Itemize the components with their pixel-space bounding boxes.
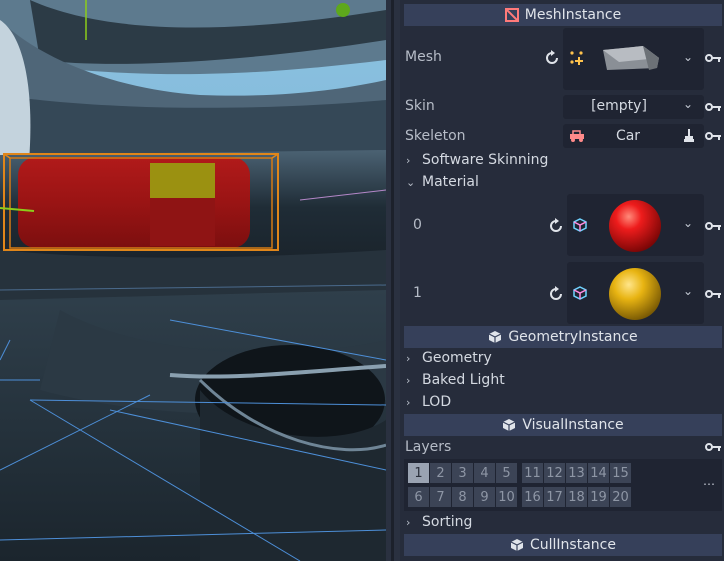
layer-toggle-17[interactable]: 17 — [544, 487, 565, 507]
layer-toggle-13[interactable]: 13 — [566, 463, 587, 483]
layer-toggle-10[interactable]: 10 — [496, 487, 517, 507]
chevron-right-icon: › — [406, 351, 411, 365]
chevron-right-icon: › — [406, 515, 411, 529]
material-preview-sphere — [607, 266, 663, 326]
lod-category[interactable]: › LOD — [406, 394, 451, 410]
key-icon[interactable] — [705, 101, 721, 117]
add-mesh-icon — [569, 50, 585, 70]
mesh-property-row: Mesh ⌄ — [400, 28, 724, 92]
chevron-right-icon: › — [406, 395, 411, 409]
layer-toggle-14[interactable]: 14 — [588, 463, 609, 483]
mesh-preview-thumbnail — [599, 44, 663, 78]
skin-resource-picker[interactable]: [empty] ⌄ — [563, 95, 704, 119]
layer-toggle-3[interactable]: 3 — [452, 463, 473, 483]
material-preview-sphere — [607, 198, 663, 258]
geometry-label: Geometry — [422, 350, 492, 366]
material-resource-picker[interactable]: ⌄ — [567, 194, 704, 256]
skin-property-row: Skin [empty] ⌄ — [400, 95, 724, 119]
key-icon[interactable] — [705, 441, 721, 457]
chevron-down-icon: ⌄ — [406, 175, 416, 189]
material-category[interactable]: ⌄ Material — [406, 174, 479, 190]
cube-icon — [488, 330, 502, 344]
chevron-down-icon[interactable]: ⌄ — [683, 216, 693, 230]
key-icon[interactable] — [705, 52, 721, 68]
layers-label: Layers — [405, 439, 452, 455]
layer-toggle-18[interactable]: 18 — [566, 487, 587, 507]
revert-icon[interactable] — [544, 50, 560, 70]
chevron-right-icon: › — [406, 153, 411, 167]
chevron-down-icon[interactable]: ⌄ — [683, 97, 693, 111]
layer-toggle-4[interactable]: 4 — [474, 463, 495, 483]
skeleton-value: Car — [615, 128, 641, 144]
mesh-instance-icon — [504, 8, 519, 22]
key-icon[interactable] — [705, 220, 721, 236]
skeleton-node-path[interactable]: Car — [563, 124, 704, 148]
material-index: 0 — [413, 217, 422, 233]
clear-brush-icon[interactable] — [683, 129, 695, 147]
cull-instance-title: CullInstance — [530, 537, 616, 553]
layer-toggle-19[interactable]: 19 — [588, 487, 609, 507]
revert-icon[interactable] — [548, 218, 564, 238]
material-label: Material — [422, 174, 479, 190]
software-skinning-label: Software Skinning — [422, 152, 549, 168]
layer-toggle-8[interactable]: 8 — [452, 487, 473, 507]
skeleton-label: Skeleton — [405, 128, 466, 144]
cube-icon — [573, 286, 587, 304]
material-slot-0: 0 ⌄ — [400, 194, 724, 258]
cube-icon — [502, 418, 516, 432]
layer-toggle-2[interactable]: 2 — [430, 463, 451, 483]
viewport-scene — [0, 0, 386, 561]
layer-toggle-15[interactable]: 15 — [610, 463, 631, 483]
software-skinning-category[interactable]: › Software Skinning — [406, 152, 548, 168]
material-index: 1 — [413, 285, 422, 301]
cull-instance-header[interactable]: CullInstance — [404, 534, 722, 556]
sorting-label: Sorting — [422, 514, 473, 530]
key-icon[interactable] — [705, 288, 721, 304]
layer-toggle-11[interactable]: 11 — [522, 463, 543, 483]
chevron-down-icon[interactable]: ⌄ — [683, 284, 693, 298]
chevron-right-icon: › — [406, 373, 411, 387]
revert-icon[interactable] — [548, 286, 564, 306]
layer-toggle-12[interactable]: 12 — [544, 463, 565, 483]
material-slot-1: 1 ⌄ — [400, 262, 724, 326]
vehicle-node-icon — [569, 129, 585, 147]
layer-toggle-1[interactable]: 1 — [408, 463, 429, 483]
sorting-category[interactable]: › Sorting — [406, 514, 472, 530]
mesh-instance-header[interactable]: MeshInstance — [404, 4, 722, 26]
visual-instance-header[interactable]: VisualInstance — [404, 414, 722, 436]
visual-instance-title: VisualInstance — [522, 417, 624, 433]
cube-icon — [510, 538, 524, 552]
lod-label: LOD — [422, 394, 452, 410]
layer-toggle-5[interactable]: 5 — [496, 463, 517, 483]
mesh-instance-title: MeshInstance — [524, 7, 622, 23]
skin-value: [empty] — [591, 98, 647, 114]
key-icon[interactable] — [705, 130, 721, 146]
geometry-category[interactable]: › Geometry — [406, 350, 492, 366]
layer-toggle-20[interactable]: 20 — [610, 487, 631, 507]
layer-toggle-7[interactable]: 7 — [430, 487, 451, 507]
mesh-label: Mesh — [405, 49, 442, 65]
skeleton-property-row: Skeleton Car — [400, 124, 724, 148]
layer-toggle-16[interactable]: 16 — [522, 487, 543, 507]
inspector-panel: MeshInstance Mesh ⌄ Skin [empty] ⌄ Skele… — [400, 0, 724, 561]
3d-viewport[interactable] — [0, 0, 386, 561]
cube-icon — [573, 218, 587, 236]
more-icon[interactable]: ⋯ — [703, 477, 715, 491]
material-resource-picker[interactable]: ⌄ — [567, 262, 704, 324]
geometry-instance-title: GeometryInstance — [508, 329, 638, 345]
layers-grid: 1 2 3 4 5 11 12 13 14 15 6 7 8 9 10 16 17 18 19 20 ⋯ — [404, 459, 722, 511]
baked-light-category[interactable]: › Baked Light — [406, 372, 505, 388]
baked-light-label: Baked Light — [422, 372, 505, 388]
chevron-down-icon[interactable]: ⌄ — [683, 50, 693, 64]
panel-splitter[interactable] — [386, 0, 400, 561]
layer-toggle-6[interactable]: 6 — [408, 487, 429, 507]
geometry-instance-header[interactable]: GeometryInstance — [404, 326, 722, 348]
skin-label: Skin — [405, 98, 435, 114]
layer-toggle-9[interactable]: 9 — [474, 487, 495, 507]
mesh-resource-picker[interactable]: ⌄ — [563, 28, 704, 90]
